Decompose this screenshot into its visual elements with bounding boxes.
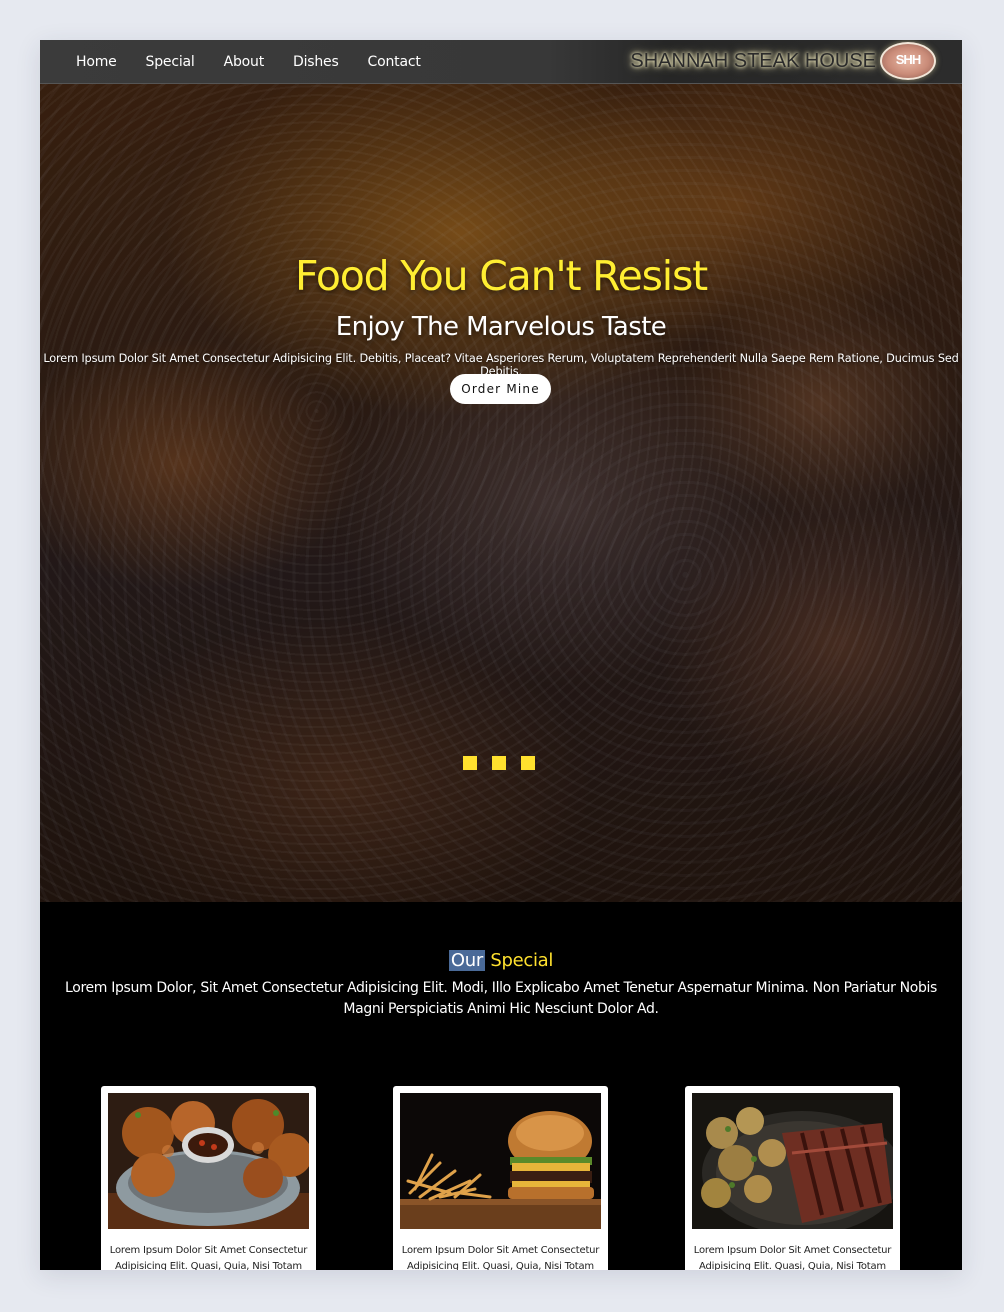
slider-dot-2[interactable] xyxy=(492,756,506,770)
nav-link-contact[interactable]: Contact xyxy=(368,54,421,70)
burger-and-fries-image xyxy=(400,1093,601,1229)
nav-link-dishes[interactable]: Dishes xyxy=(293,54,339,70)
special-card-text: Lorem Ipsum Dolor Sit Amet Consectetur A… xyxy=(401,1245,600,1270)
special-section: Our Special Lorem Ipsum Dolor, Sit Amet … xyxy=(40,902,962,1270)
page-frame: Home Special About Dishes Contact SHANNA… xyxy=(40,40,962,1270)
hero-title: Food You Can't Resist xyxy=(294,252,708,300)
nav-link-home[interactable]: Home xyxy=(76,54,117,70)
order-mine-button[interactable]: Order Mine xyxy=(450,374,551,404)
slider-dot-1[interactable] xyxy=(463,756,477,770)
hero-section: Food You Can't Resist Enjoy The Marvelou… xyxy=(40,84,962,902)
special-title: Our Special xyxy=(40,950,962,971)
nav-links: Home Special About Dishes Contact xyxy=(76,40,450,83)
brand-name: SHANNAH STEAK HOUSE xyxy=(630,49,876,72)
brand-logo-icon: SHH xyxy=(880,42,936,80)
special-title-word-our: Our xyxy=(448,950,485,971)
nav-link-about[interactable]: About xyxy=(224,54,265,70)
brand-logo-text: SHH xyxy=(895,52,921,67)
slider-dots xyxy=(463,756,550,770)
special-card[interactable]: Lorem Ipsum Dolor Sit Amet Consectetur A… xyxy=(101,1086,316,1270)
brand[interactable]: SHANNAH STEAK HOUSE SHH xyxy=(630,42,936,80)
special-card-text: Lorem Ipsum Dolor Sit Amet Consectetur A… xyxy=(109,1245,308,1270)
steak-and-potatoes-image xyxy=(692,1093,893,1229)
special-card-text: Lorem Ipsum Dolor Sit Amet Consectetur A… xyxy=(693,1245,892,1270)
special-card[interactable]: Lorem Ipsum Dolor Sit Amet Consectetur A… xyxy=(685,1086,900,1270)
special-description: Lorem Ipsum Dolor, Sit Amet Consectetur … xyxy=(65,980,937,1017)
hero-subtitle: Enjoy The Marvelous Taste xyxy=(335,312,667,342)
special-title-word-special: Special xyxy=(490,950,554,971)
fried-chicken-image xyxy=(108,1093,309,1229)
navbar: Home Special About Dishes Contact SHANNA… xyxy=(40,40,962,84)
slider-dot-3[interactable] xyxy=(521,756,535,770)
nav-link-special[interactable]: Special xyxy=(146,54,195,70)
special-card[interactable]: Lorem Ipsum Dolor Sit Amet Consectetur A… xyxy=(393,1086,608,1270)
